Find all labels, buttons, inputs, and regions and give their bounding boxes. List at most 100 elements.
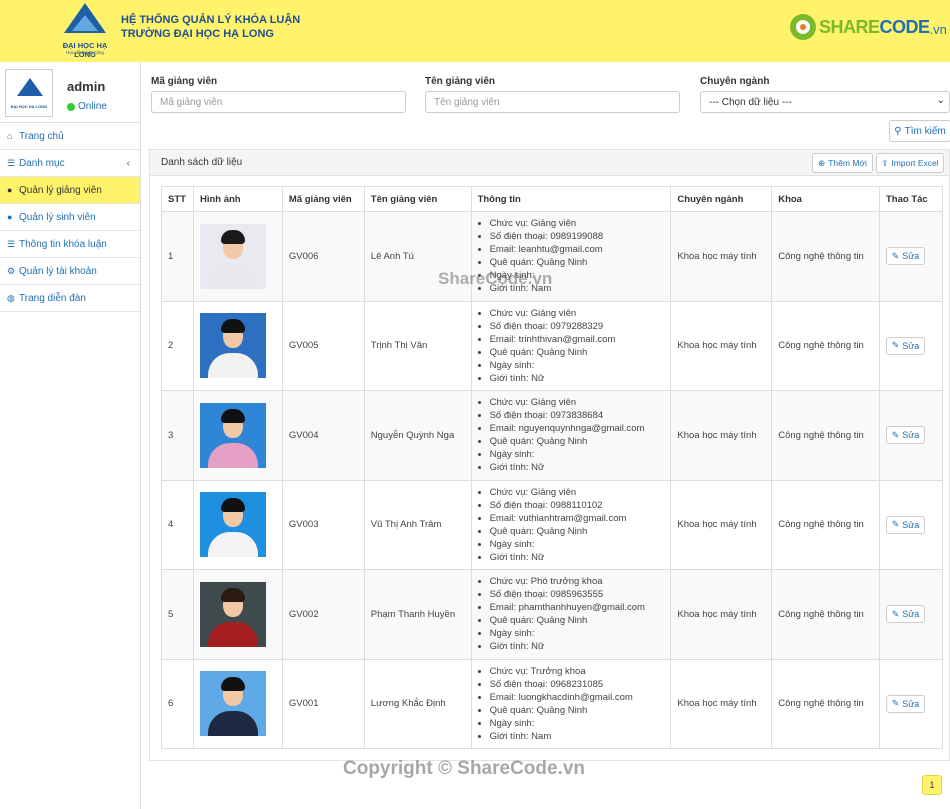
- column-header: Mã giảng viên: [281, 186, 365, 212]
- name-cell: Nguyễn Quỳnh Nga: [363, 390, 472, 481]
- sidebar-item-categories[interactable]: ☰ Danh mục ‹: [0, 150, 140, 177]
- lecturer-photo: [199, 313, 266, 379]
- code-filter-input[interactable]: Mã giảng viên: [151, 91, 406, 113]
- sidebar-item-label: Danh mục: [19, 157, 65, 169]
- panel-header: Danh sách dữ liệu ⊕ Thêm Mới ⇪ Import Ex…: [150, 150, 949, 176]
- major-cell: Khoa học máy tính: [670, 479, 773, 570]
- edit-button[interactable]: ✎ Sửa: [885, 247, 925, 266]
- brand-vn: .vn: [929, 21, 947, 37]
- sidebar-item-theses[interactable]: ☰ Thông tin khóa luận: [0, 231, 140, 258]
- stt-cell: 5: [161, 569, 194, 660]
- info-line: Số điện thoại: 0973838684: [490, 409, 671, 422]
- info-line: Quê quán: Quảng Ninh: [490, 704, 671, 717]
- list-icon: ☰: [7, 238, 16, 249]
- import-excel-button[interactable]: ⇪ Import Excel: [876, 153, 944, 173]
- major-filter-label: Chuyên ngành: [700, 76, 770, 87]
- home-icon: ⌂: [7, 131, 13, 141]
- brand-share: SHARE: [819, 16, 880, 37]
- table-row: 5 GV002Phạm Thanh HuyềnChức vụ: Phó trưởn…: [161, 569, 944, 660]
- faculty-cell: Công nghệ thông tin: [771, 569, 880, 660]
- photo-cell: [192, 390, 283, 481]
- code-cell: GV002: [281, 569, 365, 660]
- info-line: Số điện thoại: 0988110102: [490, 499, 671, 512]
- edit-button[interactable]: ✎ Sửa: [885, 426, 925, 445]
- info-line: Giới tính: Nữ: [490, 551, 671, 564]
- info-line: Chức vụ: Giảng viên: [490, 396, 671, 409]
- cogs-icon: ⚙: [7, 265, 16, 276]
- stt-cell: 2: [161, 300, 194, 391]
- action-cell: ✎ Sửa: [878, 300, 944, 391]
- edit-label: Sửa: [902, 430, 920, 441]
- info-line: Chức vụ: Giảng viên: [490, 217, 671, 230]
- column-header: STT: [161, 186, 194, 212]
- sidebar-item-forum[interactable]: ◍ Trang diễn đàn: [0, 285, 140, 312]
- online-dot-icon: [67, 102, 75, 111]
- user-icon: ●: [7, 185, 13, 195]
- column-header: Thao Tác: [878, 186, 944, 212]
- edit-button[interactable]: ✎ Sửa: [885, 694, 925, 713]
- edit-button[interactable]: ✎ Sửa: [885, 336, 925, 355]
- lecturer-photo: [199, 671, 266, 737]
- action-cell: ✎ Sửa: [878, 569, 944, 660]
- major-cell: Khoa học máy tính: [670, 211, 773, 302]
- info-line: Chức vụ: Trưởng khoa: [490, 665, 671, 678]
- info-line: Quê quán: Quảng Ninh: [490, 435, 671, 448]
- pagination-page-button[interactable]: 1: [922, 775, 942, 795]
- info-line: Chức vụ: Giảng viên: [490, 307, 671, 320]
- photo-cell: [192, 479, 283, 570]
- pencil-icon: ✎: [891, 519, 900, 530]
- search-icon: ⚲: [894, 125, 902, 137]
- info-cell: Chức vụ: Giảng viênSố điện thoại: 098811…: [470, 479, 672, 570]
- faculty-cell: Công nghệ thông tin: [771, 211, 880, 302]
- info-line: Chức vụ: Giảng viên: [490, 486, 671, 499]
- stt-cell: 4: [161, 479, 194, 570]
- sidebar-item-home[interactable]: ⌂ Trang chủ: [0, 123, 140, 150]
- sidebar-item-accounts[interactable]: ⚙ Quản lý tài khoản: [0, 258, 140, 285]
- edit-button[interactable]: ✎ Sửa: [885, 605, 925, 624]
- pencil-icon: ✎: [891, 608, 900, 619]
- info-line: Số điện thoại: 0985963555: [490, 588, 671, 601]
- info-line: Ngày sinh:: [490, 538, 671, 551]
- info-line: Số điện thoại: 0968231085: [490, 678, 671, 691]
- info-line: Ngày sinh:: [490, 359, 671, 372]
- major-filter-select[interactable]: --- Chọn dữ liệu --- ⌄: [700, 91, 950, 113]
- search-button[interactable]: ⚲ Tìm kiếm: [889, 120, 950, 142]
- info-cell: Chức vụ: Phó trưởng khoaSố điện thoại: 0…: [470, 569, 672, 660]
- avatar-logo-icon: [17, 78, 43, 96]
- column-header: Hình ảnh: [192, 186, 283, 212]
- name-cell: Phạm Thanh Huyền: [363, 569, 472, 660]
- name-cell: Vũ Thị Anh Trâm: [363, 479, 472, 570]
- action-cell: ✎ Sửa: [878, 211, 944, 302]
- name-filter-input[interactable]: Tên giảng viên: [425, 91, 680, 113]
- code-cell: GV003: [281, 479, 365, 570]
- university-logo[interactable]: ĐẠI HỌC HẠ LONG Học để thành công: [52, 3, 118, 59]
- sidebar-item-label: Quản lý giảng viên: [19, 184, 102, 196]
- info-line: Giới tính: Nữ: [490, 461, 671, 474]
- sharecode-brand[interactable]: SHARE CODE .vn: [790, 12, 947, 42]
- photo-cell: [192, 658, 283, 749]
- edit-label: Sửa: [902, 340, 920, 351]
- stt-cell: 6: [161, 658, 194, 749]
- upload-icon: ⇪: [881, 157, 889, 168]
- table-row: 4GV003Vũ Thị Anh TrâmChức vụ: Giảng viên…: [161, 479, 944, 570]
- add-new-button[interactable]: ⊕ Thêm Mới: [812, 153, 873, 173]
- faculty-cell: Công nghệ thông tin: [771, 390, 880, 481]
- user-panel: ĐẠI HỌC HẠ LONG admin Online: [0, 62, 140, 123]
- pencil-icon: ✎: [891, 429, 900, 440]
- major-cell: Khoa học máy tính: [670, 300, 773, 391]
- code-filter-label: Mã giảng viên: [151, 76, 218, 87]
- edit-label: Sửa: [902, 519, 920, 530]
- data-panel: Danh sách dữ liệu ⊕ Thêm Mới ⇪ Import Ex…: [149, 149, 950, 761]
- sidebar-item-students[interactable]: ● Quản lý sinh viên: [0, 204, 140, 231]
- header: ĐẠI HỌC HẠ LONG Học để thành công HỆ THỐ…: [0, 0, 950, 62]
- sidebar-item-label: Quản lý sinh viên: [19, 211, 96, 223]
- name-cell: Trịnh Thị Vân: [363, 300, 472, 391]
- logo-slogan: Học để thành công: [66, 50, 104, 55]
- faculty-cell: Công nghệ thông tin: [771, 300, 880, 391]
- action-cell: ✎ Sửa: [878, 658, 944, 749]
- edit-button[interactable]: ✎ Sửa: [885, 515, 925, 534]
- pencil-icon: ✎: [891, 250, 900, 261]
- list-icon: ☰: [7, 157, 16, 168]
- sidebar-item-lecturers[interactable]: ● Quản lý giảng viên: [0, 177, 140, 204]
- sidebar-item-label: Trang diễn đàn: [19, 292, 86, 304]
